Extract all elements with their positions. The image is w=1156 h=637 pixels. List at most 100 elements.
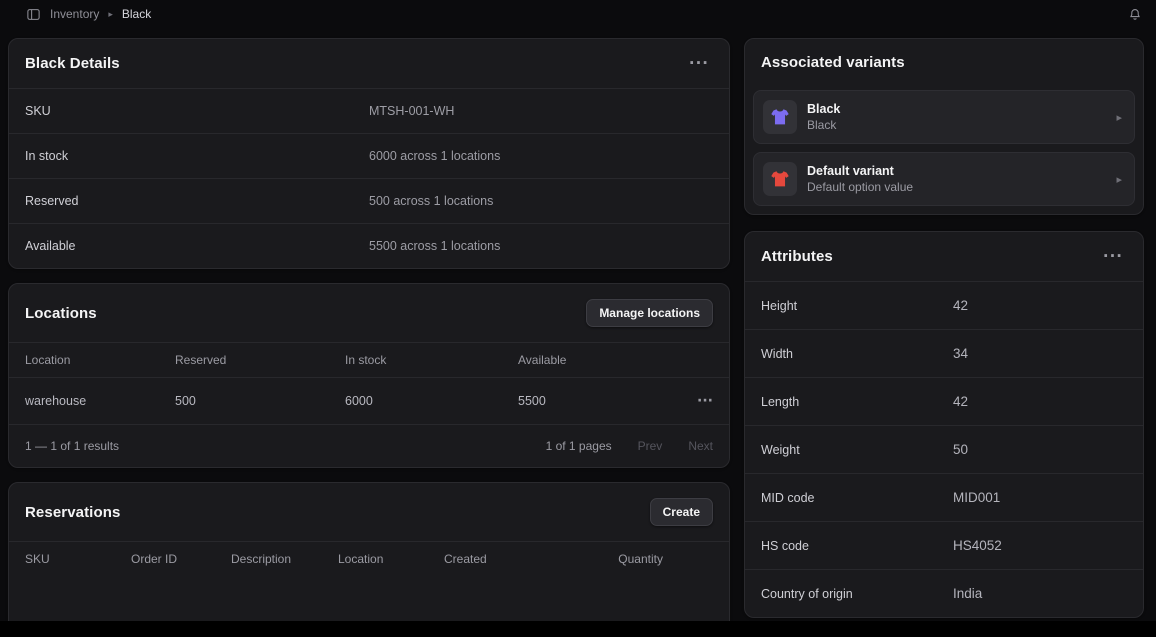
attribute-label: Width: [761, 347, 953, 361]
detail-value: 500 across 1 locations: [369, 194, 713, 208]
locations-table-footer: 1 — 1 of 1 results 1 of 1 pages Prev Nex…: [9, 424, 729, 467]
create-reservation-button[interactable]: Create: [650, 498, 713, 526]
detail-row-available: Available 5500 across 1 locations: [9, 223, 729, 268]
column-header-reserved: Reserved: [175, 353, 345, 367]
attribute-label: Country of origin: [761, 587, 953, 601]
detail-row-in-stock: In stock 6000 across 1 locations: [9, 133, 729, 178]
attribute-value: India: [953, 586, 1127, 601]
column-header-sku: SKU: [25, 552, 131, 566]
attribute-row-length: Length 42: [745, 377, 1143, 425]
variant-meta: Default variant Default option value: [807, 164, 1106, 194]
column-header-quantity: Quantity: [554, 552, 663, 566]
attribute-label: HS code: [761, 539, 953, 553]
attribute-row-width: Width 34: [745, 329, 1143, 377]
column-header-in-stock: In stock: [345, 353, 518, 367]
variant-meta: Black Black: [807, 102, 1106, 132]
reservations-table-header: SKU Order ID Description Location Create…: [9, 541, 729, 576]
locations-title: Locations: [25, 305, 97, 322]
breadcrumb-separator-icon: ▸: [108, 10, 113, 19]
attribute-row-mid-code: MID code MID001: [745, 473, 1143, 521]
attribute-row-height: Height 42: [745, 281, 1143, 329]
attribute-row-hs-code: HS code HS4052: [745, 521, 1143, 569]
variant-thumbnail: [763, 100, 797, 134]
locations-table-row: warehouse 500 6000 5500 ···: [9, 377, 729, 424]
associated-variants-card: Associated variants Black Black ▸: [744, 38, 1144, 215]
column-header-location: Location: [338, 552, 444, 566]
attribute-label: Height: [761, 299, 953, 313]
details-menu-icon[interactable]: ···: [685, 54, 713, 73]
attribute-row-country-of-origin: Country of origin India: [745, 569, 1143, 617]
attributes-card: Attributes ··· Height 42 Width 34 Length…: [744, 231, 1144, 618]
main-content: Black Details ··· SKU MTSH-001-WH In sto…: [0, 28, 1156, 632]
details-card: Black Details ··· SKU MTSH-001-WH In sto…: [8, 38, 730, 269]
column-header-created: Created: [444, 552, 554, 566]
pagination: 1 of 1 pages Prev Next: [546, 439, 713, 453]
detail-row-sku: SKU MTSH-001-WH: [9, 88, 729, 133]
column-header-available: Available: [518, 353, 669, 367]
attributes-card-header: Attributes ···: [745, 232, 1143, 281]
tshirt-icon: [769, 106, 791, 128]
tshirt-icon: [769, 168, 791, 190]
variant-item-black[interactable]: Black Black ▸: [753, 90, 1135, 144]
detail-label: Reserved: [25, 194, 369, 208]
variant-thumbnail: [763, 162, 797, 196]
reservations-title: Reservations: [25, 504, 120, 521]
locations-card: Locations Manage locations Location Rese…: [8, 283, 730, 468]
attribute-row-weight: Weight 50: [745, 425, 1143, 473]
right-column: Associated variants Black Black ▸: [744, 38, 1144, 618]
top-bar: Inventory ▸ Black: [0, 0, 1156, 28]
chevron-right-icon: ▸: [1116, 173, 1122, 186]
variant-item-default[interactable]: Default variant Default option value ▸: [753, 152, 1135, 206]
bottom-strip: [0, 621, 1156, 637]
attribute-value: MID001: [953, 490, 1127, 505]
cell-location: warehouse: [25, 394, 175, 408]
page-indicator: 1 of 1 pages: [546, 439, 612, 453]
detail-value: 5500 across 1 locations: [369, 239, 713, 253]
locations-card-header: Locations Manage locations: [9, 284, 729, 342]
variant-subtitle: Default option value: [807, 180, 1106, 194]
variant-subtitle: Black: [807, 118, 1106, 132]
detail-value: MTSH-001-WH: [369, 104, 713, 118]
attributes-menu-icon[interactable]: ···: [1099, 247, 1127, 266]
detail-label: In stock: [25, 149, 369, 163]
variant-list: Black Black ▸ Default variant Default op…: [745, 86, 1143, 214]
attribute-value: HS4052: [953, 538, 1127, 553]
detail-label: Available: [25, 239, 369, 253]
cell-in-stock: 6000: [345, 394, 518, 408]
reservations-card-header: Reservations Create: [9, 483, 729, 541]
attributes-title: Attributes: [761, 248, 833, 265]
attribute-value: 42: [953, 394, 1127, 409]
variants-title: Associated variants: [761, 54, 905, 71]
attribute-label: MID code: [761, 491, 953, 505]
breadcrumb-item-black[interactable]: Black: [122, 7, 151, 21]
column-header-order-id: Order ID: [131, 552, 231, 566]
chevron-right-icon: ▸: [1116, 111, 1122, 124]
column-header-description: Description: [231, 552, 338, 566]
attribute-value: 34: [953, 346, 1127, 361]
details-card-header: Black Details ···: [9, 39, 729, 88]
sidebar-toggle-icon[interactable]: [26, 7, 41, 22]
variants-card-header: Associated variants: [745, 39, 1143, 86]
details-title: Black Details: [25, 55, 120, 72]
locations-table-header: Location Reserved In stock Available: [9, 342, 729, 377]
next-page-button[interactable]: Next: [688, 439, 713, 453]
reservations-card: Reservations Create SKU Order ID Descrip…: [8, 482, 730, 632]
detail-row-reserved: Reserved 500 across 1 locations: [9, 178, 729, 223]
attribute-value: 50: [953, 442, 1127, 457]
manage-locations-button[interactable]: Manage locations: [586, 299, 713, 327]
prev-page-button[interactable]: Prev: [638, 439, 663, 453]
detail-value: 6000 across 1 locations: [369, 149, 713, 163]
results-count: 1 — 1 of 1 results: [25, 439, 119, 453]
variant-name: Default variant: [807, 164, 1106, 178]
row-actions-icon[interactable]: ···: [669, 393, 713, 409]
breadcrumb-item-inventory[interactable]: Inventory: [50, 7, 99, 21]
attribute-label: Weight: [761, 443, 953, 457]
detail-label: SKU: [25, 104, 369, 118]
left-column: Black Details ··· SKU MTSH-001-WH In sto…: [8, 38, 730, 632]
cell-available: 5500: [518, 394, 669, 408]
notifications-bell-icon[interactable]: [1128, 7, 1142, 22]
column-header-location: Location: [25, 353, 175, 367]
variant-name: Black: [807, 102, 1106, 116]
attribute-value: 42: [953, 298, 1127, 313]
attribute-label: Length: [761, 395, 953, 409]
